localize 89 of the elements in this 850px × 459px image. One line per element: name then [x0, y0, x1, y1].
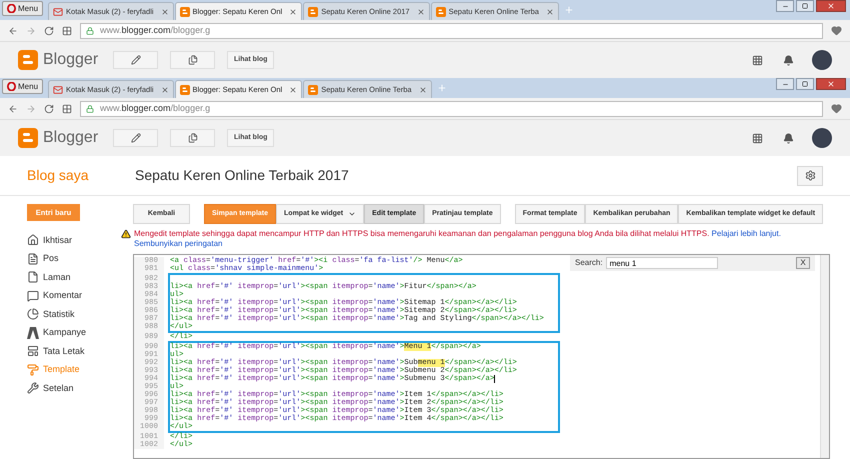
blogger-logo-icon: [308, 84, 318, 94]
menu-button[interactable]: Menu: [2, 79, 44, 94]
blogger-logo-text: Blogger: [43, 128, 98, 148]
text-cursor: [494, 375, 496, 383]
apps-icon[interactable]: [752, 54, 763, 66]
maximize-button[interactable]: [796, 78, 814, 90]
close-icon[interactable]: [416, 8, 425, 16]
wrench-icon: [27, 382, 39, 394]
new-post-button[interactable]: [113, 51, 158, 69]
lock-icon: [86, 104, 94, 112]
posts-button[interactable]: [170, 129, 215, 147]
sidebar-item[interactable]: Ikhtisar: [27, 231, 133, 250]
code-editor[interactable]: [133, 254, 830, 459]
campaign-icon: [27, 326, 39, 339]
close-button[interactable]: [816, 0, 846, 12]
address-field[interactable]: www.blogger.com/blogger.g: [80, 22, 823, 38]
blogger-logo-icon: [18, 50, 38, 70]
posts-button[interactable]: [170, 51, 215, 69]
url-text: www.blogger.com/blogger.g: [100, 24, 210, 37]
layout-icon: [27, 345, 39, 358]
search-label: Search:: [575, 259, 603, 267]
opera-logo-icon: [7, 4, 16, 13]
new-post-button[interactable]: [113, 129, 158, 147]
avatar[interactable]: [812, 50, 832, 70]
blogger-logo-icon: [308, 6, 318, 16]
pencil-icon: [130, 55, 140, 65]
address-field[interactable]: www.blogger.com/blogger.g: [80, 100, 823, 116]
apps-icon[interactable]: [752, 132, 763, 144]
close-icon[interactable]: [160, 8, 169, 16]
notifications-icon[interactable]: [783, 54, 794, 66]
blogger-logo-icon: [180, 6, 190, 16]
paint-roller-icon: [27, 364, 39, 376]
comment-icon: [27, 290, 39, 302]
reload-icon[interactable]: [44, 104, 54, 114]
blogger-logo-text: Blogger: [43, 50, 98, 70]
close-icon[interactable]: [418, 86, 427, 94]
home-icon: [27, 234, 39, 246]
pages-icon: [188, 55, 198, 65]
hide-warning-link[interactable]: Sembunyikan peringatan: [134, 239, 781, 249]
mail-icon: [53, 6, 64, 16]
sidebar-item[interactable]: Tata Letak: [27, 342, 133, 360]
page-icon: [27, 271, 39, 284]
pages-icon: [188, 133, 198, 143]
sidebar-item[interactable]: Laman: [27, 268, 133, 286]
back-icon[interactable]: [8, 26, 18, 36]
sidebar-item[interactable]: Statistik: [27, 305, 133, 324]
maximize-icon: [802, 81, 808, 87]
pencil-icon: [130, 133, 140, 143]
blog-title: Sepatu Keren Online Terbaik 2017: [135, 166, 350, 185]
caret-icon: [348, 210, 356, 218]
back-icon[interactable]: [8, 104, 18, 114]
close-icon[interactable]: [289, 8, 298, 16]
mail-icon: [53, 84, 64, 94]
sidebar-item[interactable]: Setelan: [27, 379, 133, 398]
speed-dial-icon[interactable]: [62, 104, 72, 114]
avatar[interactable]: [812, 128, 832, 148]
menu-button[interactable]: Menu: [2, 1, 44, 16]
speed-dial-icon[interactable]: [62, 26, 72, 36]
sidebar-item[interactable]: Pos: [27, 250, 133, 268]
close-icon: [827, 2, 835, 10]
warning-icon: [121, 229, 131, 239]
close-icon: [827, 80, 835, 88]
close-icon[interactable]: [160, 86, 169, 94]
posts-icon: [27, 252, 39, 265]
lock-icon: [86, 26, 94, 34]
close-button[interactable]: [816, 78, 846, 90]
maximize-button[interactable]: [796, 0, 814, 12]
sidebar-item[interactable]: Komentar: [27, 286, 133, 305]
close-icon[interactable]: [546, 8, 554, 16]
maximize-icon: [802, 3, 808, 9]
search-field[interactable]: menu 1: [606, 257, 718, 269]
opera-logo-icon: [7, 82, 16, 91]
warning-message: Mengedit template sehingga dapat mencampur HTTP dan HTTPS bisa memengaruhi keamanan dan pengalaman pengguna blog Anda bila dilihat melalui HTTPS. Pelajari lebih lanjut.: [134, 229, 781, 239]
heart-icon[interactable]: [831, 103, 842, 114]
blogger-logo-icon: [180, 84, 190, 94]
reload-icon[interactable]: [44, 26, 54, 36]
learn-more-link[interactable]: Pelajari lebih lanjut.: [712, 229, 781, 238]
close-search-button[interactable]: X: [796, 257, 810, 269]
blogger-logo-icon: [436, 6, 446, 16]
sidebar-item[interactable]: Kampanye: [27, 324, 133, 342]
settings-icon: [804, 170, 816, 181]
url-text: www.blogger.com/blogger.g: [100, 102, 210, 115]
settings-button[interactable]: [797, 166, 823, 186]
pie-chart-icon: [27, 308, 39, 320]
blogger-logo-icon: [18, 128, 38, 148]
close-icon[interactable]: [289, 86, 298, 94]
notifications-icon[interactable]: [783, 132, 794, 144]
heart-icon[interactable]: [831, 25, 842, 36]
scrollbar[interactable]: [820, 255, 829, 458]
